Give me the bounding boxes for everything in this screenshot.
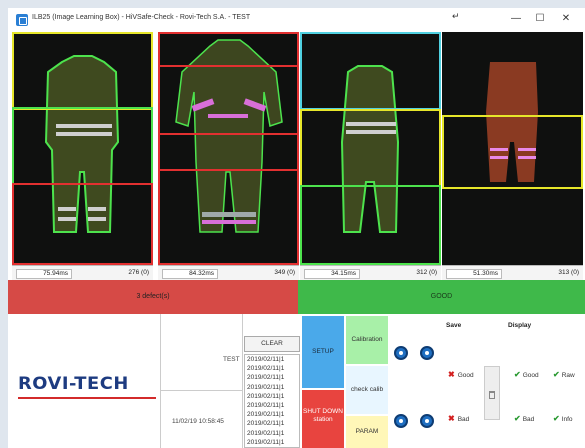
camera-status-4: 51.30ms 313 (0) bbox=[442, 265, 583, 280]
save-bad-toggle[interactable]: ✖ Bad bbox=[448, 414, 469, 423]
check-icon: ✔ bbox=[514, 414, 521, 423]
list-item: 2019/02/11|1 bbox=[247, 402, 285, 410]
list-item: 2019/02/11|1 bbox=[247, 438, 285, 446]
list-item: 2019/02/11|1 bbox=[247, 356, 285, 363]
save-bad-label: Bad bbox=[457, 416, 470, 423]
camera-time: 75.94ms bbox=[16, 269, 72, 279]
brand-logo: ROVI-TECH bbox=[18, 374, 129, 394]
control-panel: ROVI-TECH TEST 11/02/19 10:58:45 CLEAR 2… bbox=[8, 314, 585, 448]
display-raw-toggle[interactable]: ✔ Raw bbox=[553, 370, 575, 379]
display-info-label: Info bbox=[561, 416, 573, 423]
clear-button[interactable]: CLEAR bbox=[244, 336, 300, 352]
display-bad-toggle[interactable]: ✔ Bad bbox=[514, 414, 534, 423]
camera-view-4[interactable]: 51.30ms 313 (0) bbox=[442, 32, 583, 280]
check-calibration-button[interactable]: check calib bbox=[346, 366, 388, 414]
check-icon: ✔ bbox=[514, 370, 521, 379]
camera-image-2 bbox=[158, 32, 299, 265]
divider bbox=[242, 314, 243, 448]
camera-zoom-icon[interactable] bbox=[420, 346, 434, 360]
camera-count: 313 (0) bbox=[558, 269, 579, 276]
good-result-bar: GOOD bbox=[298, 280, 585, 314]
title-bar: ILB25 (Image Learning Box) - HiVSafe-Che… bbox=[8, 8, 585, 32]
camera-count: 312 (0) bbox=[416, 269, 437, 276]
cross-icon: ✖ bbox=[448, 414, 455, 423]
camera-status-2: 84.32ms 349 (0) bbox=[158, 265, 299, 280]
hand-stop-icon[interactable] bbox=[394, 414, 408, 428]
display-section-title: Display bbox=[508, 322, 532, 329]
shutdown-button[interactable]: SHUT DOWN station bbox=[302, 390, 344, 448]
test-label: TEST bbox=[223, 356, 240, 363]
camera-time: 84.32ms bbox=[162, 269, 218, 279]
display-good-label: Good bbox=[522, 372, 539, 379]
logo-underline bbox=[18, 397, 156, 399]
list-item: 2019/02/11|1 bbox=[247, 374, 285, 382]
divider bbox=[160, 390, 242, 391]
list-item: 2019/02/11|1 bbox=[247, 392, 285, 400]
save-good-toggle[interactable]: ✖ Good bbox=[448, 370, 474, 379]
check-icon: ✔ bbox=[553, 370, 560, 379]
datetime-label: 11/02/19 10:58:45 bbox=[172, 418, 224, 425]
main-window: ILB25 (Image Learning Box) - HiVSafe-Che… bbox=[8, 8, 585, 448]
camera-view-1[interactable]: 75.94ms 276 (0) bbox=[12, 32, 153, 280]
camera-count: 276 (0) bbox=[128, 269, 149, 276]
maximize-button[interactable]: ☐ bbox=[528, 10, 552, 28]
crop-icon[interactable] bbox=[420, 414, 434, 428]
log-list[interactable]: 2019/02/11|1 2019/02/11|1 2019/02/11|1 2… bbox=[244, 354, 300, 448]
pin-icon[interactable]: ↵ bbox=[452, 11, 460, 22]
display-good-toggle[interactable]: ✔ Good bbox=[514, 370, 539, 379]
trash-icon bbox=[489, 391, 495, 399]
camera-image-3 bbox=[300, 32, 441, 265]
calibration-button[interactable]: Calibration bbox=[346, 316, 388, 364]
list-item: 2019/02/11|1 bbox=[247, 383, 285, 391]
camera-time: 51.30ms bbox=[446, 269, 502, 279]
display-info-toggle[interactable]: ✔ Info bbox=[553, 414, 573, 423]
divider bbox=[160, 314, 161, 448]
param-button[interactable]: PARAM bbox=[346, 416, 388, 448]
list-item: 2019/02/11|1 bbox=[247, 411, 285, 419]
camera-image-1 bbox=[12, 32, 153, 265]
cross-icon: ✖ bbox=[448, 370, 455, 379]
minimize-button[interactable]: — bbox=[504, 10, 528, 28]
list-item: 2019/02/11|1 bbox=[247, 429, 285, 437]
display-bad-label: Bad bbox=[522, 416, 535, 423]
check-icon: ✔ bbox=[553, 414, 560, 423]
camera-time: 34.15ms bbox=[304, 269, 360, 279]
save-good-label: Good bbox=[457, 372, 474, 379]
camera-image-4 bbox=[442, 32, 583, 265]
app-icon bbox=[16, 14, 28, 26]
window-title: ILB25 (Image Learning Box) - HiVSafe-Che… bbox=[32, 14, 251, 21]
camera-count: 349 (0) bbox=[274, 269, 295, 276]
setup-button[interactable]: SETUP bbox=[302, 316, 344, 388]
delete-button[interactable] bbox=[484, 366, 500, 420]
list-item: 2019/02/11|1 bbox=[247, 420, 285, 428]
camera-play-icon[interactable] bbox=[394, 346, 408, 360]
defect-result-bar: 3 defect(s) bbox=[8, 280, 298, 314]
list-item: 2019/02/11|1 bbox=[247, 365, 285, 373]
camera-status-3: 34.15ms 312 (0) bbox=[300, 265, 441, 280]
camera-view-3[interactable]: 34.15ms 312 (0) bbox=[300, 32, 441, 280]
display-raw-label: Raw bbox=[561, 372, 575, 379]
save-section-title: Save bbox=[446, 322, 462, 329]
close-button[interactable]: ✕ bbox=[554, 10, 578, 28]
camera-status-1: 75.94ms 276 (0) bbox=[12, 265, 153, 280]
camera-view-2[interactable]: 84.32ms 349 (0) bbox=[158, 32, 299, 280]
